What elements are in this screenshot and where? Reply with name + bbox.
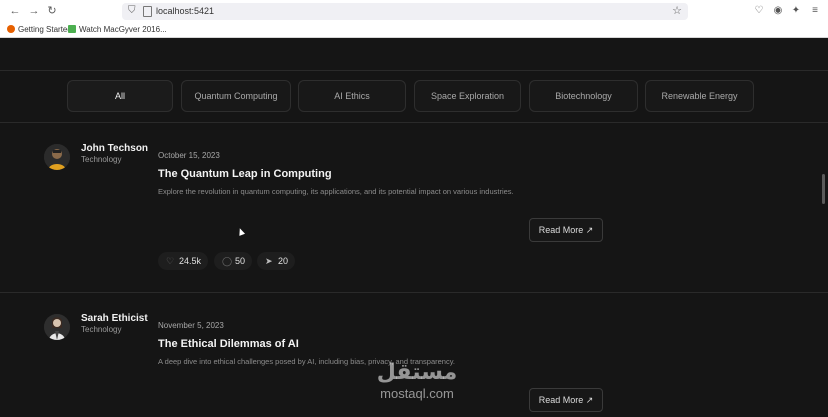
comments-button[interactable]: ◯ 50 — [214, 252, 252, 270]
shield-icon[interactable]: ⛉ — [128, 5, 140, 17]
post-title[interactable]: The Ethical Dilemmas of AI — [158, 338, 299, 350]
heart-icon: ♡ — [166, 256, 175, 266]
post-title[interactable]: The Quantum Leap in Computing — [158, 168, 332, 180]
url-text[interactable]: localhost:5421 — [156, 6, 214, 16]
menu-icon[interactable]: ≡ — [808, 4, 822, 18]
author-name[interactable]: Sarah Ethicist — [81, 313, 148, 324]
avatar-image — [44, 144, 70, 170]
firefox-icon — [7, 25, 15, 33]
bookmark-label: Getting Started — [18, 25, 72, 34]
filter-renewable-energy[interactable]: Renewable Energy — [645, 80, 754, 112]
category-filter-bar: All Quantum Computing AI Ethics Space Ex… — [0, 78, 828, 122]
comment-icon: ◯ — [222, 256, 233, 266]
bookmark-star-icon[interactable]: ☆ — [672, 4, 682, 17]
watermark-latin: mostaql.com — [380, 386, 454, 401]
watermark-arabic: مستقل — [376, 360, 458, 385]
filter-space-exploration[interactable]: Space Exploration — [414, 80, 521, 112]
bookmark-label: Watch MacGyver 2016... — [79, 25, 167, 34]
bookmark-macgyver[interactable]: Watch MacGyver 2016... — [68, 24, 167, 36]
likes-count: 24.5k — [178, 256, 201, 266]
avatar[interactable] — [44, 144, 70, 170]
browser-chrome: ← → ↻ ⛉ localhost:5421 ☆ ♡ ◉ ✦ ≡ Getting… — [0, 0, 828, 38]
filter-ai-ethics[interactable]: AI Ethics — [298, 80, 406, 112]
avatar[interactable] — [44, 314, 70, 340]
post-card: John Techson Technology October 15, 2023… — [0, 123, 828, 293]
filter-biotechnology[interactable]: Biotechnology — [529, 80, 638, 112]
divider — [0, 70, 828, 71]
extensions-icon[interactable]: ✦ — [789, 4, 803, 18]
scrollbar-thumb[interactable] — [822, 174, 825, 204]
comments-count: 50 — [234, 256, 245, 266]
share-button[interactable]: ➤ 20 — [257, 252, 295, 270]
author-name[interactable]: John Techson — [81, 143, 148, 154]
address-bar[interactable]: ⛉ localhost:5421 ☆ — [122, 3, 688, 20]
bookmark-site-icon — [68, 25, 76, 33]
account-icon[interactable]: ◉ — [771, 4, 785, 18]
bookmarks-bar: Getting Started Watch MacGyver 2016... — [0, 22, 828, 38]
forward-icon[interactable]: → — [27, 4, 41, 18]
read-more-button[interactable]: Read More ↗ — [529, 218, 603, 242]
send-icon: ➤ — [265, 256, 273, 266]
page-icon — [143, 6, 152, 17]
shares-count: 20 — [277, 256, 288, 266]
reload-icon[interactable]: ↻ — [45, 4, 59, 18]
author-category: Technology — [81, 325, 122, 334]
pocket-icon[interactable]: ♡ — [752, 4, 766, 18]
avatar-image — [44, 314, 70, 340]
author-category: Technology — [81, 155, 122, 164]
post-excerpt: Explore the revolution in quantum comput… — [158, 187, 514, 196]
likes-button[interactable]: ♡ 24.5k — [158, 252, 208, 270]
post-date: November 5, 2023 — [158, 321, 224, 330]
filter-all[interactable]: All — [67, 80, 173, 112]
filter-quantum-computing[interactable]: Quantum Computing — [181, 80, 291, 112]
read-more-button[interactable]: Read More ↗ — [529, 388, 603, 412]
post-date: October 15, 2023 — [158, 151, 220, 160]
browser-toolbar: ← → ↻ ⛉ localhost:5421 ☆ ♡ ◉ ✦ ≡ — [0, 0, 828, 22]
back-icon[interactable]: ← — [8, 4, 22, 18]
watermark: مستقل mostaql.com — [362, 360, 472, 412]
bookmark-getting-started[interactable]: Getting Started — [7, 24, 72, 36]
